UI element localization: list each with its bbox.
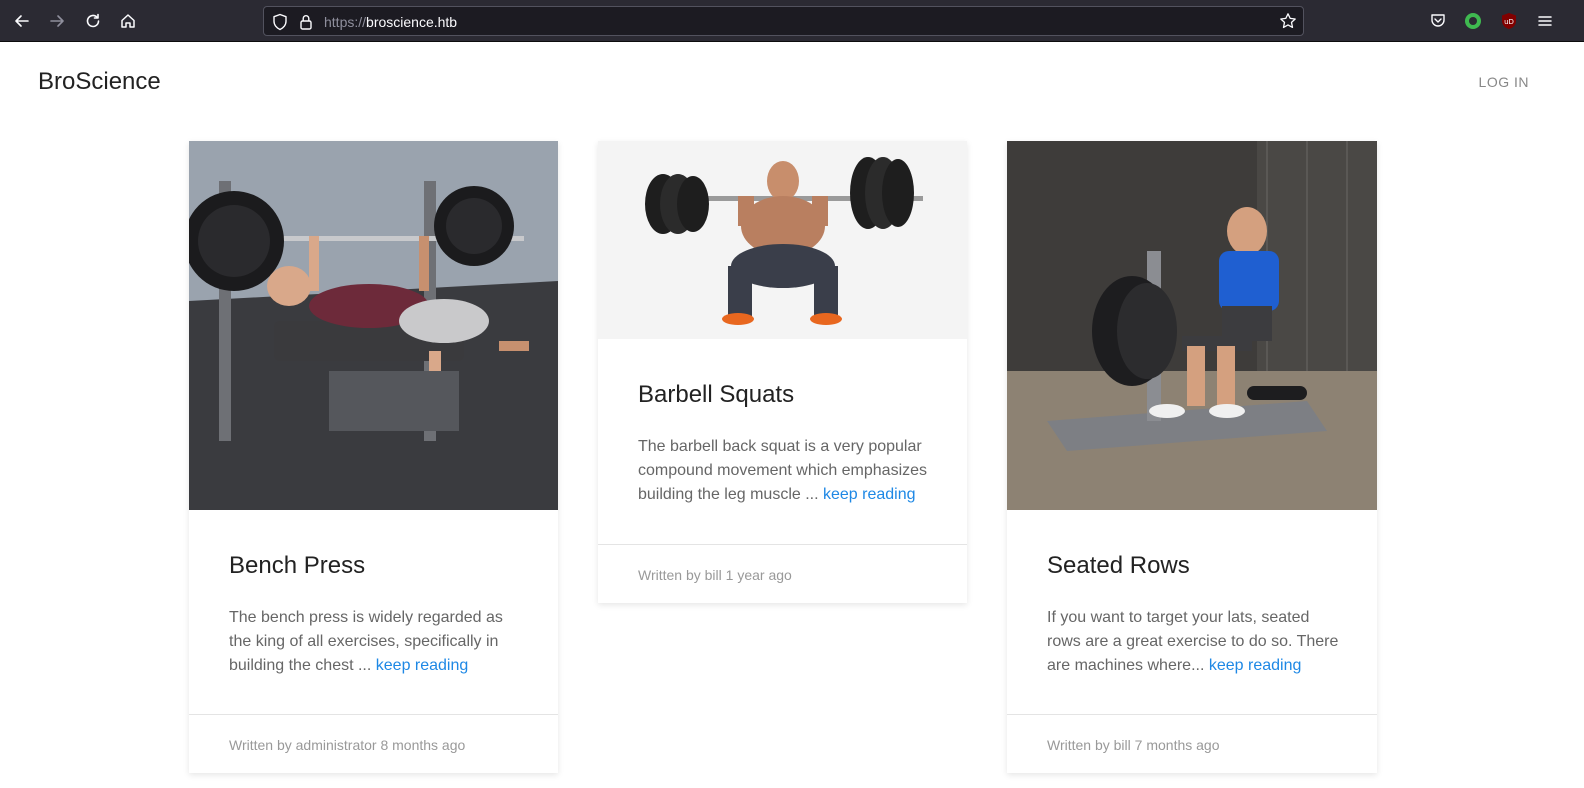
post-meta: Written by administrator 8 months ago — [229, 737, 466, 753]
ublock-icon[interactable]: uD — [1499, 11, 1519, 31]
post-card-seated-rows: Seated Rows If you want to target your l… — [1007, 141, 1377, 773]
lock-icon[interactable] — [299, 13, 313, 36]
post-meta: Written by bill 7 months ago — [1047, 737, 1220, 753]
barbell-squats-image[interactable] — [598, 141, 967, 339]
menu-icon[interactable] — [1535, 11, 1555, 31]
pocket-icon[interactable] — [1428, 11, 1448, 31]
post-card-bench-press: Bench Press The bench press is widely re… — [189, 141, 558, 773]
bench-press-image[interactable] — [189, 141, 558, 510]
url-protocol: https:// — [324, 14, 367, 30]
post-footer: Written by administrator 8 months ago — [189, 714, 558, 773]
keep-reading-link[interactable]: keep reading — [376, 657, 469, 674]
address-bar[interactable]: https://broscience.htb — [263, 6, 1304, 36]
keep-reading-link[interactable]: keep reading — [823, 486, 916, 503]
post-footer: Written by bill 1 year ago — [598, 544, 967, 603]
forward-icon[interactable] — [45, 9, 69, 33]
home-icon[interactable] — [116, 9, 140, 33]
reload-icon[interactable] — [81, 9, 105, 33]
post-meta: Written by bill 1 year ago — [638, 567, 792, 583]
post-card-barbell-squats: Barbell Squats The barbell back squat is… — [598, 141, 967, 603]
extension-green-icon[interactable] — [1463, 11, 1483, 31]
site-header: BroScience LOG IN — [0, 43, 1584, 121]
post-footer: Written by bill 7 months ago — [1007, 714, 1377, 773]
keep-reading-link[interactable]: keep reading — [1209, 657, 1302, 674]
back-icon[interactable] — [10, 9, 34, 33]
post-title[interactable]: Bench Press — [229, 552, 528, 580]
url-text[interactable]: https://broscience.htb — [324, 14, 457, 30]
svg-text:uD: uD — [1504, 18, 1514, 26]
post-title[interactable]: Seated Rows — [1047, 552, 1347, 580]
site-brand[interactable]: BroScience — [38, 68, 161, 96]
seated-rows-image[interactable] — [1007, 141, 1377, 510]
bookmark-star-icon[interactable] — [1279, 12, 1297, 35]
tracking-shield-icon[interactable] — [272, 13, 288, 36]
post-excerpt: If you want to target your lats, seated … — [1047, 606, 1347, 678]
post-title[interactable]: Barbell Squats — [638, 381, 937, 409]
post-excerpt: The barbell back squat is a very popular… — [638, 435, 937, 507]
browser-toolbar: https://broscience.htb uD — [0, 0, 1584, 42]
url-host: broscience.htb — [366, 14, 458, 30]
post-excerpt: The bench press is widely regarded as th… — [229, 606, 528, 678]
post-card-body: Bench Press The bench press is widely re… — [229, 552, 528, 678]
post-card-body: Seated Rows If you want to target your l… — [1047, 552, 1347, 678]
post-card-body: Barbell Squats The barbell back squat is… — [638, 381, 937, 507]
login-link[interactable]: LOG IN — [1479, 74, 1529, 90]
